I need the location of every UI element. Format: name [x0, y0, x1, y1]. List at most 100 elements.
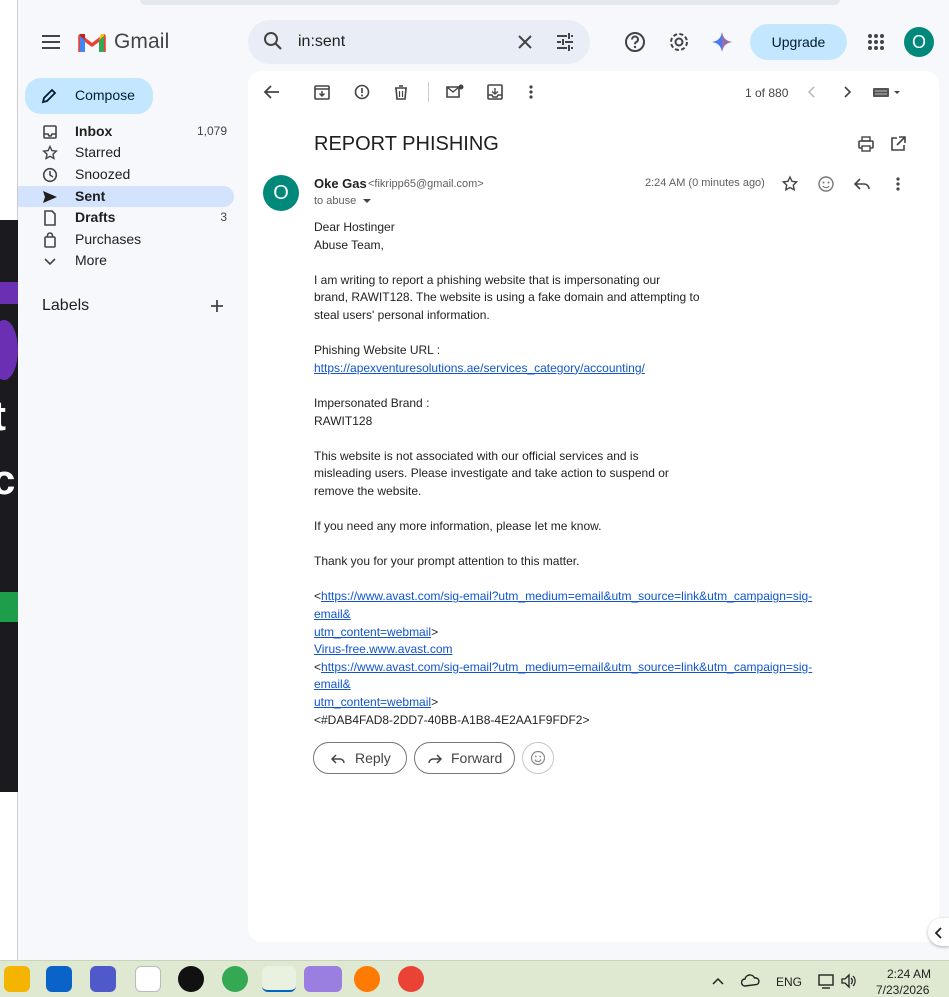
main-menu-button[interactable] [38, 30, 64, 54]
body-line: Thank you for your prompt attention to t… [314, 554, 580, 569]
teams-icon[interactable] [90, 966, 116, 992]
signature-id: <#DAB4FAD8-2DD7-40BB-A1B8-4E2AA1F9FDF2> [314, 712, 590, 727]
sidebar-item-drafts[interactable]: Drafts 3 [18, 207, 234, 228]
toolbar-divider [428, 82, 429, 102]
help-icon[interactable] [622, 29, 648, 55]
clear-search-icon[interactable] [514, 31, 536, 53]
smiley-icon [530, 750, 546, 771]
gmail-logo-icon [78, 30, 106, 54]
reply-icon[interactable] [853, 175, 871, 193]
background-window-dark-panel: t c [0, 220, 18, 792]
sidebar-item-label: Purchases [75, 231, 142, 247]
sidebar-item-label: Starred [75, 144, 121, 160]
print-icon[interactable] [857, 135, 875, 153]
sidebar-item-label: Snoozed [75, 166, 131, 182]
search-options-icon[interactable] [554, 31, 576, 53]
onedrive-icon[interactable] [740, 973, 761, 989]
star-icon [42, 144, 58, 161]
message-more-icon[interactable] [889, 175, 907, 193]
network-volume-icon[interactable] [818, 972, 858, 990]
show-hidden-icons-icon[interactable] [711, 974, 725, 986]
signature-link-1-cont[interactable]: utm_content=webmail [314, 625, 431, 639]
recipient-details[interactable]: to abuse [314, 195, 372, 207]
forward-button[interactable]: Forward [414, 742, 515, 774]
sender-email: <fikripp65@gmail.com> [368, 178, 484, 190]
shopping-bag-icon [42, 232, 58, 248]
more-vertical-icon[interactable] [522, 83, 540, 101]
add-reaction-icon[interactable] [817, 175, 835, 193]
sidebar-item-inbox[interactable]: Inbox 1,079 [18, 121, 234, 142]
clock-icon [42, 167, 58, 183]
sender-name: Oke Gas [314, 176, 367, 191]
send-icon [42, 189, 58, 205]
older-chevron-icon[interactable] [838, 83, 856, 101]
emoji-reaction-button[interactable] [522, 742, 554, 774]
file-explorer-icon[interactable] [4, 966, 30, 992]
clock-time[interactable]: 2:24 AM [887, 967, 931, 981]
sidebar-item-sent[interactable]: Sent [18, 186, 234, 207]
sidebar-item-label: Drafts [75, 209, 116, 225]
account-avatar[interactable]: O [904, 27, 934, 57]
gemini-icon[interactable] [709, 29, 735, 55]
sidebar-item-starred[interactable]: Starred [18, 142, 234, 163]
pencil-icon [41, 88, 57, 107]
open-in-new-window-icon[interactable] [889, 135, 907, 153]
sidebar-item-label: More [75, 252, 107, 268]
star-icon[interactable] [781, 175, 799, 193]
forward-label: Forward [451, 750, 503, 766]
archive-icon[interactable] [313, 83, 331, 101]
virus-free-link[interactable]: Virus-free.www.avast.com [314, 642, 453, 656]
compose-button[interactable]: Compose [25, 78, 153, 114]
sidebar-item-label: Inbox [75, 123, 113, 139]
sidebar-item-purchases[interactable]: Purchases [18, 229, 234, 250]
add-label-icon[interactable] [208, 297, 226, 315]
upgrade-button[interactable]: Upgrade [750, 24, 847, 60]
outlook-icon[interactable] [46, 966, 72, 992]
avast-icon[interactable] [354, 966, 380, 992]
sender-avatar: O [263, 175, 299, 211]
search-input[interactable]: in:sent [298, 33, 345, 51]
mark-unread-icon[interactable] [446, 83, 464, 101]
chrome-profile-icon[interactable] [222, 966, 248, 992]
app-dark-icon[interactable] [178, 966, 204, 992]
signature-link-2[interactable]: https://www.avast.com/sig-email?utm_medi… [314, 660, 812, 692]
body-line: If you need any more information, please… [314, 519, 602, 534]
email-timestamp: 2:24 AM (0 minutes ago) [645, 177, 765, 189]
chevron-left-icon [934, 926, 944, 944]
body-line: I am writing to report a phishing websit… [314, 272, 661, 287]
signature-link-2-cont[interactable]: utm_content=webmail [314, 695, 431, 709]
sidebar-item-count: 3 [220, 210, 227, 224]
body-line: Impersonated Brand : [314, 395, 430, 410]
email-body: Dear Hostinger Abuse Team, I am writing … [314, 219, 844, 729]
labels-heading: Labels [42, 297, 90, 314]
body-line: remove the website. [314, 483, 422, 498]
body-line: steal users' personal information. [314, 307, 490, 322]
sidebar-item-snoozed[interactable]: Snoozed [18, 164, 234, 185]
body-line: Abuse Team, [314, 237, 384, 252]
reply-label: Reply [355, 750, 391, 766]
signature-link-1[interactable]: https://www.avast.com/sig-email?utm_medi… [314, 589, 812, 621]
language-indicator[interactable]: ENG [776, 975, 802, 989]
discord-icon[interactable] [304, 966, 342, 992]
app-icon[interactable] [135, 966, 161, 992]
back-arrow-icon[interactable] [263, 83, 281, 101]
side-panel-toggle[interactable] [928, 918, 949, 946]
settings-gear-icon[interactable] [666, 29, 692, 55]
delete-icon[interactable] [392, 83, 410, 101]
reply-button[interactable]: Reply [313, 742, 407, 774]
chrome-active-icon[interactable] [262, 966, 296, 992]
apps-grid-icon[interactable] [863, 29, 889, 55]
reply-arrow-icon [330, 751, 346, 770]
phishing-url-link[interactable]: https://apexventuresolutions.ae/services… [314, 361, 645, 375]
chevron-down-icon [42, 253, 58, 269]
move-to-icon[interactable] [486, 83, 504, 101]
newer-chevron-icon[interactable] [803, 83, 821, 101]
caret-down-icon [363, 195, 372, 207]
report-spam-icon[interactable] [353, 83, 371, 101]
keyboard-icon[interactable] [872, 83, 902, 101]
sidebar-item-more[interactable]: More [18, 250, 234, 271]
clock-date[interactable]: 7/23/2026 [876, 983, 929, 997]
chrome-profile-2-icon[interactable] [398, 966, 424, 992]
body-line: RAWIT128 [314, 413, 373, 428]
search-icon[interactable] [262, 30, 284, 52]
